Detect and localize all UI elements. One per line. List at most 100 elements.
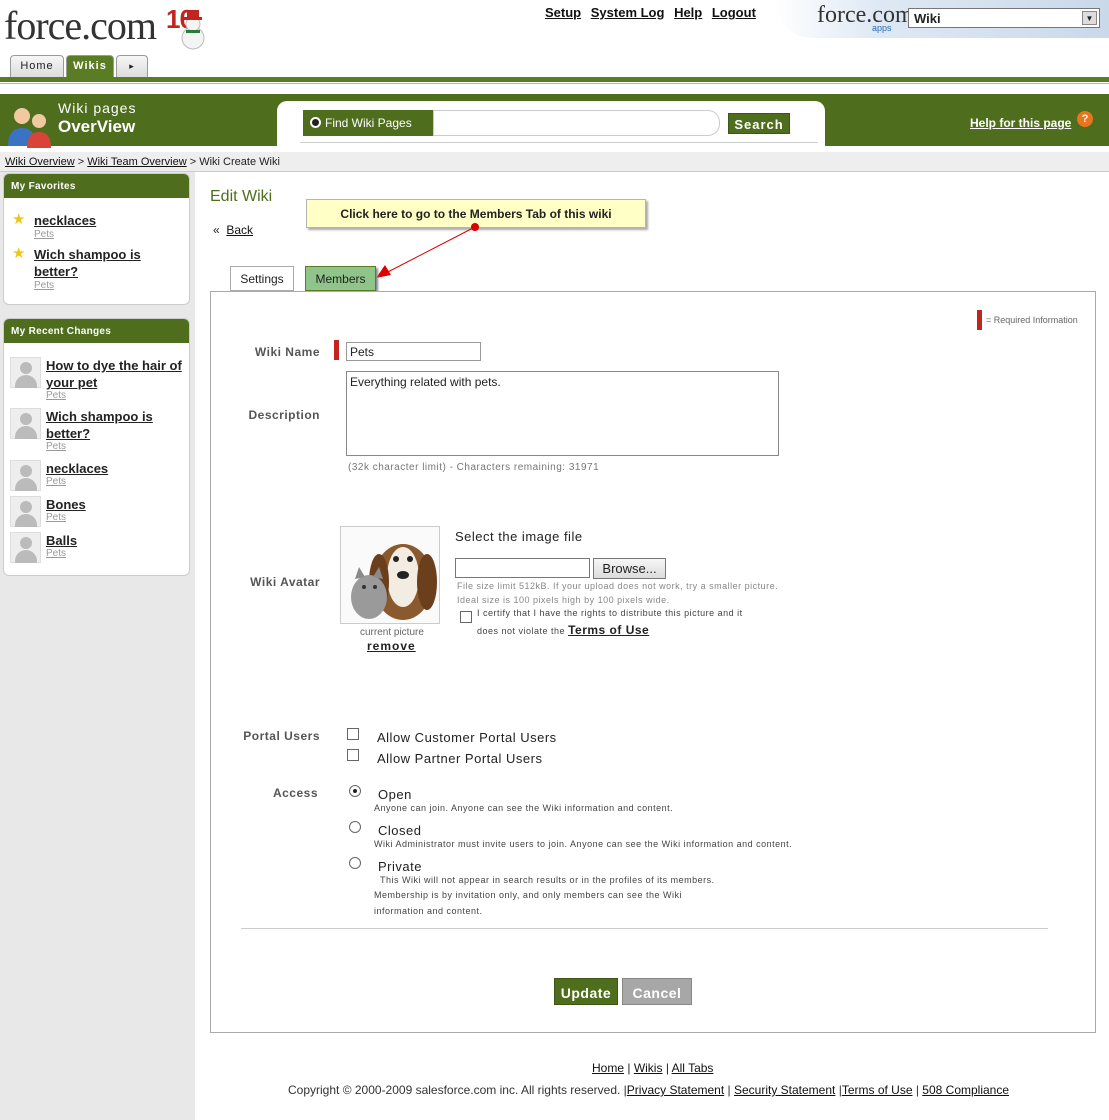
favorites-box: My Favorites ★ necklaces Pets ★ Wich sha… <box>3 173 190 305</box>
breadcrumb-wiki-overview[interactable]: Wiki Overview <box>5 156 75 168</box>
form-divider <box>241 928 1048 929</box>
favorite-category-link[interactable]: Pets <box>34 229 54 240</box>
recent-category-link[interactable]: Pets <box>46 476 66 487</box>
browse-button[interactable]: Browse... <box>593 558 666 579</box>
recent-item: Bones Pets <box>10 496 190 528</box>
recent-category-link[interactable]: Pets <box>46 390 66 401</box>
customer-portal-checkbox[interactable] <box>347 728 359 740</box>
description-textarea[interactable]: Everything related with pets. <box>346 371 779 456</box>
search-input[interactable] <box>433 110 720 136</box>
recent-category-link[interactable]: Pets <box>46 441 66 452</box>
description-label: Description <box>248 408 320 422</box>
footer-wikis-link[interactable]: Wikis <box>634 1061 663 1075</box>
help-for-page-link[interactable]: Help for this page <box>970 116 1071 130</box>
tab-divider <box>0 77 1109 82</box>
recent-title-link[interactable]: How to dye the hair of your pet <box>46 357 191 391</box>
copyright-text: Copyright © 2000-2009 salesforce.com inc… <box>288 1083 621 1097</box>
certify-text-2-label: does not violate the <box>477 626 566 636</box>
footer-home-link[interactable]: Home <box>592 1061 624 1075</box>
access-open-radio[interactable] <box>349 785 361 797</box>
apps-text: apps <box>872 23 892 33</box>
certify-text: I certify that I have the rights to dist… <box>477 608 743 618</box>
breadcrumb-separator: > <box>77 156 85 168</box>
help-link[interactable]: Help <box>674 5 702 20</box>
back-link-label[interactable]: Back <box>226 223 253 237</box>
banner-subtitle: Wiki pages <box>58 100 137 116</box>
partner-portal-checkbox[interactable] <box>347 749 359 761</box>
ideal-size-note: Ideal size is 100 pixels high by 100 pix… <box>457 595 670 605</box>
banner-title: OverView <box>58 117 136 136</box>
favorite-title-link[interactable]: necklaces <box>34 212 184 229</box>
tab-members[interactable]: Members <box>305 266 376 291</box>
dog-and-cat-picture <box>341 527 439 623</box>
recent-item: Balls Pets <box>10 532 190 564</box>
recent-title-link[interactable]: necklaces <box>46 460 191 477</box>
page-title: Edit Wiki <box>210 188 273 205</box>
system-log-link[interactable]: System Log <box>591 5 665 20</box>
wiki-avatar-label: Wiki Avatar <box>250 575 320 589</box>
footer-all-tabs-link[interactable]: All Tabs <box>672 1061 714 1075</box>
character-limit-note: (32k character limit) - Characters remai… <box>348 462 600 473</box>
force-apps-text: force.com <box>817 2 914 28</box>
terms-link[interactable]: Terms of Use <box>842 1083 913 1097</box>
app-selector-value: Wiki <box>914 11 941 26</box>
recent-title-link[interactable]: Wich shampoo is better? <box>46 408 191 442</box>
help-icon[interactable]: ? <box>1077 111 1093 127</box>
access-closed-note: Wiki Administrator must invite users to … <box>374 839 793 849</box>
compliance-link[interactable]: 508 Compliance <box>922 1083 1009 1097</box>
dropdown-arrow-icon[interactable]: ▼ <box>1082 11 1097 25</box>
logout-link[interactable]: Logout <box>712 5 756 20</box>
tab-more-arrow-icon[interactable]: ▸ <box>116 55 148 77</box>
tab-settings[interactable]: Settings <box>230 266 294 291</box>
access-private-note-2: Membership is by invitation only, and on… <box>374 890 682 900</box>
tab-wikis[interactable]: Wikis <box>66 55 114 77</box>
favorite-category-link[interactable]: Pets <box>34 280 54 291</box>
wiki-name-input[interactable]: Pets <box>346 342 481 361</box>
back-link[interactable]: « Back <box>213 223 253 237</box>
recent-item: necklaces Pets <box>10 460 190 492</box>
force-apps-logo: force.com apps <box>817 2 914 33</box>
cancel-button[interactable]: Cancel <box>622 978 692 1005</box>
certify-checkbox[interactable] <box>460 611 472 623</box>
tab-home[interactable]: Home <box>10 55 64 77</box>
privacy-link[interactable]: Privacy Statement <box>627 1083 724 1097</box>
required-marker <box>334 340 339 360</box>
search-icon <box>310 117 321 128</box>
recent-title-link[interactable]: Bones <box>46 496 191 513</box>
partner-portal-label: Allow Partner Portal Users <box>377 751 543 766</box>
star-icon: ★ <box>12 245 26 262</box>
recent-changes-heading: My Recent Changes <box>4 319 189 343</box>
breadcrumb: Wiki Overview > Wiki Team Overview > Wik… <box>5 156 280 168</box>
sidebar <box>0 172 195 1120</box>
update-button[interactable]: Update <box>554 978 618 1005</box>
required-information-note: = Required Information <box>986 315 1078 325</box>
file-path-input[interactable] <box>455 558 590 578</box>
access-label: Access <box>272 786 318 800</box>
snowman-icon <box>181 10 205 50</box>
select-image-label: Select the image file <box>455 529 583 544</box>
terms-of-use-link[interactable]: Terms of Use <box>568 623 649 637</box>
wiki-name-label: Wiki Name <box>254 345 320 359</box>
recent-category-link[interactable]: Pets <box>46 548 66 559</box>
favorite-title-link[interactable]: Wich shampoo is better? <box>34 246 184 280</box>
favorites-heading: My Favorites <box>4 174 189 198</box>
search-button[interactable]: Search <box>728 113 790 134</box>
remove-avatar-link[interactable]: remove <box>367 639 416 653</box>
footer-links: Home | Wikis | All Tabs <box>592 1061 714 1075</box>
recent-category-link[interactable]: Pets <box>46 512 66 523</box>
logo-text: force.com <box>4 3 157 48</box>
breadcrumb-separator: > <box>189 156 197 168</box>
setup-link[interactable]: Setup <box>545 5 581 20</box>
recent-item: How to dye the hair of your pet Pets <box>10 357 190 405</box>
access-closed-radio[interactable] <box>349 821 361 833</box>
breadcrumb-wiki-team-overview[interactable]: Wiki Team Overview <box>87 156 186 168</box>
callout-arrow-icon <box>376 223 479 278</box>
app-selector[interactable]: Wiki ▼ <box>908 8 1100 28</box>
access-private-radio[interactable] <box>349 857 361 869</box>
security-link[interactable]: Security Statement <box>734 1083 835 1097</box>
recent-title-link[interactable]: Balls <box>46 532 191 549</box>
back-arrow-icon: « <box>213 223 220 237</box>
current-picture-caption: current picture <box>360 627 424 638</box>
portal-users-label: Portal Users <box>243 729 320 743</box>
user-avatar-icon <box>10 460 41 491</box>
